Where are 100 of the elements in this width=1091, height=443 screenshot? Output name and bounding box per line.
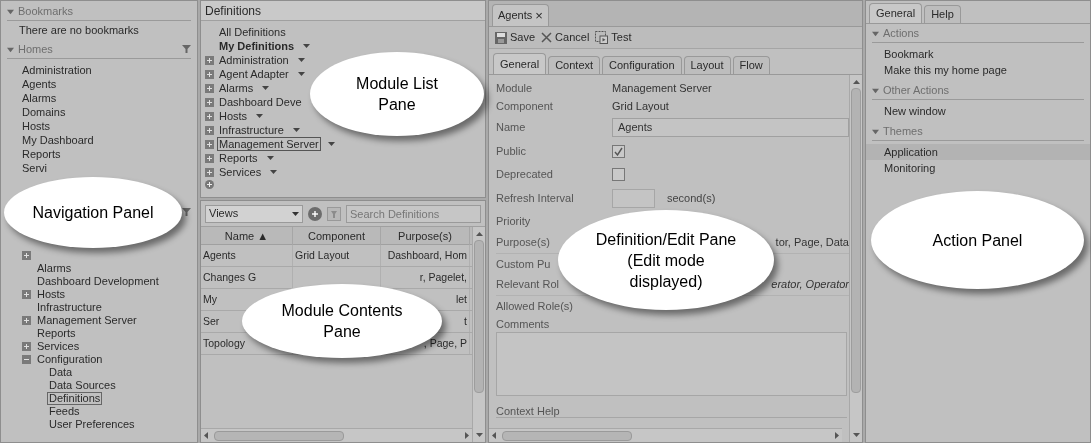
column-header[interactable]: Name ▲: [201, 227, 293, 245]
toolbar-button[interactable]: Cancel: [541, 29, 590, 46]
module-item[interactable]: Services: [217, 165, 264, 179]
action-link[interactable]: Monitoring: [866, 160, 1090, 176]
collapse-arrow-icon[interactable]: [872, 29, 879, 37]
module-item[interactable]: Administration: [217, 53, 291, 67]
home-link[interactable]: Domains: [22, 105, 66, 119]
expand-icon[interactable]: [22, 251, 31, 260]
home-link[interactable]: Hosts: [22, 119, 51, 133]
tree-item[interactable]: User Preferences: [47, 418, 137, 431]
caret-icon[interactable]: [297, 72, 305, 76]
tree-item[interactable]: Configuration: [35, 353, 105, 366]
tab[interactable]: Context: [548, 56, 601, 74]
scroll-right-icon[interactable]: [465, 432, 469, 439]
caret-icon[interactable]: [270, 170, 278, 174]
filter-icon[interactable]: [182, 45, 191, 53]
tab[interactable]: Help: [924, 5, 961, 23]
caret-icon[interactable]: [256, 114, 264, 118]
module-item[interactable]: Management Server: [217, 137, 321, 151]
scroll-down-icon[interactable]: [852, 433, 860, 437]
expand-icon[interactable]: [205, 167, 214, 177]
tree-item[interactable]: Data: [47, 366, 75, 379]
caret-icon[interactable]: [292, 211, 299, 216]
tree-item[interactable]: Data Sources: [47, 379, 118, 392]
scrollbar[interactable]: [472, 227, 485, 442]
filter-icon[interactable]: [327, 206, 341, 221]
home-link[interactable]: Agents: [22, 77, 57, 91]
caret-icon[interactable]: [292, 128, 300, 132]
module-item[interactable]: All Definitions: [217, 25, 288, 39]
scroll-left-icon[interactable]: [204, 432, 208, 439]
collapse-arrow-icon[interactable]: [7, 7, 14, 15]
scroll-up-icon[interactable]: [475, 232, 483, 236]
document-tab[interactable]: Agents ×: [492, 4, 549, 26]
filter-icon[interactable]: [182, 208, 191, 216]
scroll-right-icon[interactable]: [835, 432, 839, 439]
collapse-icon[interactable]: [22, 355, 31, 364]
scrollbar[interactable]: [849, 75, 862, 442]
tree-item[interactable]: Management Server: [35, 314, 139, 327]
module-item[interactable]: Dashboard Deve: [217, 95, 304, 109]
scroll-left-icon[interactable]: [492, 432, 496, 439]
expand-icon[interactable]: [22, 290, 31, 299]
caret-icon[interactable]: [266, 156, 274, 160]
tab[interactable]: Configuration: [602, 56, 682, 74]
tree-item[interactable]: Dashboard Development: [35, 275, 161, 288]
tree-item[interactable]: Alarms: [35, 262, 74, 275]
name-field[interactable]: Agents: [612, 118, 849, 137]
toolbar-button[interactable]: Test: [595, 29, 632, 46]
expand-icon[interactable]: [205, 83, 214, 93]
tab[interactable]: Layout: [683, 56, 731, 74]
add-icon[interactable]: [205, 180, 214, 189]
scrollbar[interactable]: [489, 428, 842, 442]
scroll-down-icon[interactable]: [475, 433, 483, 437]
action-link[interactable]: New window: [866, 103, 1090, 119]
tree-item[interactable]: Hosts: [35, 288, 68, 301]
view-dropdown[interactable]: Views: [205, 204, 303, 223]
expand-icon[interactable]: [22, 342, 31, 351]
expand-icon[interactable]: [205, 97, 214, 107]
caret-icon[interactable]: [303, 44, 311, 48]
collapse-arrow-icon[interactable]: [872, 127, 879, 135]
expand-icon[interactable]: [205, 125, 214, 135]
tree-item[interactable]: Definitions: [47, 392, 103, 405]
interval-field[interactable]: [612, 188, 655, 208]
home-link[interactable]: My Dashboard: [22, 133, 94, 147]
toolbar-button[interactable]: Save: [495, 29, 536, 46]
expand-icon[interactable]: [205, 55, 214, 65]
home-link[interactable]: Alarms: [22, 91, 57, 105]
tree-item[interactable]: Services: [35, 340, 82, 353]
add-icon[interactable]: [308, 206, 322, 221]
scrollbar[interactable]: [201, 428, 472, 442]
module-item[interactable]: My Definitions: [217, 39, 297, 53]
caret-icon[interactable]: [327, 142, 335, 146]
action-link[interactable]: Bookmark: [866, 46, 1090, 62]
home-link[interactable]: Reports: [22, 147, 61, 161]
expand-icon[interactable]: [205, 153, 214, 163]
expand-icon[interactable]: [205, 69, 214, 79]
home-link[interactable]: Administration: [22, 63, 92, 77]
module-item[interactable]: Hosts: [217, 109, 250, 123]
collapse-arrow-icon[interactable]: [872, 86, 879, 94]
checkbox[interactable]: [612, 168, 625, 181]
module-item[interactable]: Alarms: [217, 81, 256, 95]
checkbox[interactable]: [612, 145, 625, 158]
expand-icon[interactable]: [205, 139, 214, 149]
tree-item[interactable]: Reports: [35, 327, 78, 340]
caret-icon[interactable]: [262, 86, 270, 90]
action-link[interactable]: Application: [866, 144, 1090, 160]
action-link[interactable]: Make this my home page: [866, 62, 1090, 78]
column-header[interactable]: Purpose(s): [381, 227, 470, 245]
tab[interactable]: General: [869, 3, 923, 23]
search-field[interactable]: Search Definitions: [346, 204, 481, 223]
home-link[interactable]: Servi: [22, 161, 48, 175]
module-item[interactable]: Infrastructure: [217, 123, 286, 137]
close-icon[interactable]: ×: [535, 9, 543, 22]
caret-icon[interactable]: [297, 58, 305, 62]
column-header[interactable]: Component: [293, 227, 381, 245]
expand-icon[interactable]: [22, 316, 31, 325]
scroll-up-icon[interactable]: [852, 80, 860, 84]
tree-item[interactable]: Infrastructure: [35, 301, 104, 314]
expand-icon[interactable]: [205, 111, 214, 121]
tree-item[interactable]: Feeds: [47, 405, 82, 418]
tab[interactable]: General: [493, 53, 547, 74]
